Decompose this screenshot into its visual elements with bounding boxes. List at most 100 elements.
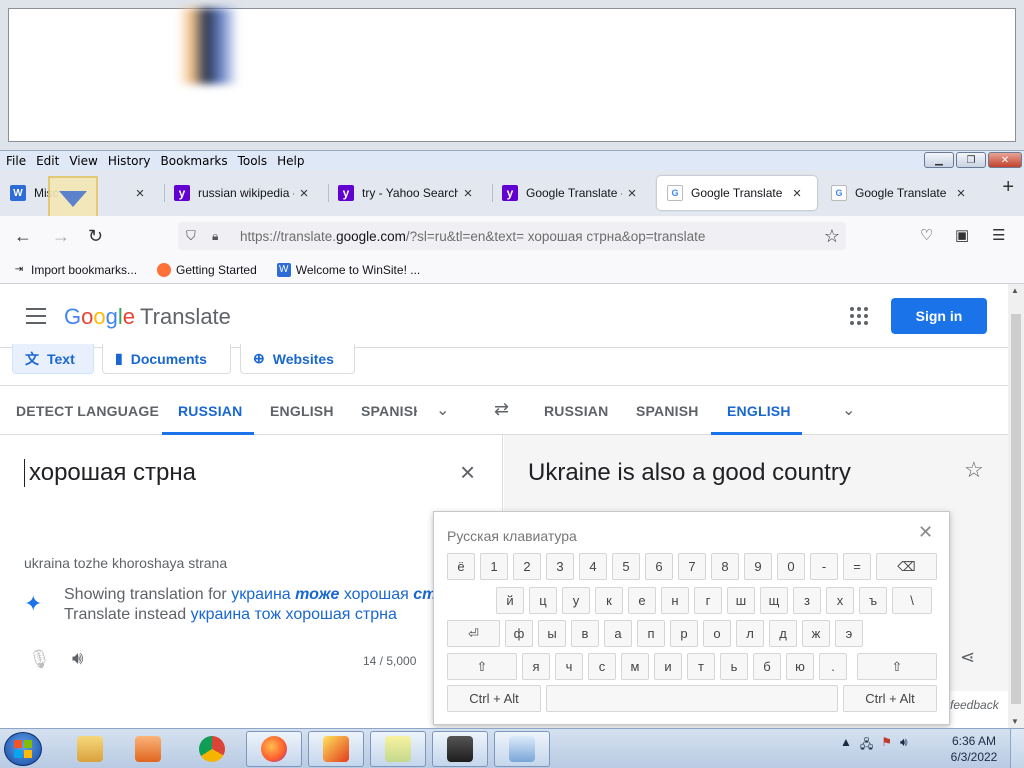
taskbar-app-car[interactable] xyxy=(432,731,488,767)
key-12-row1[interactable]: = xyxy=(843,553,871,580)
key-7-row4[interactable]: б xyxy=(753,653,781,680)
pocket-icon[interactable]: ♡ xyxy=(920,226,933,244)
tab-close-icon[interactable]: × xyxy=(458,185,478,202)
keyboard-close-icon[interactable]: ✕ xyxy=(918,522,933,543)
shift-right-key[interactable]: ⇧ xyxy=(857,653,937,680)
tab-yahoo-search[interactable]: y try - Yahoo Search R × xyxy=(328,176,488,210)
send-feedback-link[interactable]: feedback xyxy=(950,698,999,712)
key-5-row1[interactable]: 5 xyxy=(612,553,640,580)
volume-icon[interactable]: 🔊︎ xyxy=(900,735,908,756)
taskbar-app-lightning[interactable] xyxy=(308,731,364,767)
menu-hamburger-icon[interactable]: ☰ xyxy=(992,226,1005,244)
key-1-row3[interactable]: ы xyxy=(538,620,566,647)
scroll-up-icon[interactable]: ▲ xyxy=(1011,286,1019,295)
key-0-row3[interactable]: ф xyxy=(505,620,533,647)
sign-in-button[interactable]: Sign in xyxy=(891,298,987,334)
key-9-row4[interactable]: . xyxy=(819,653,847,680)
key-6-row3[interactable]: о xyxy=(703,620,731,647)
restore-button[interactable]: ❐ xyxy=(956,152,986,168)
menu-history[interactable]: History xyxy=(103,154,156,168)
page-scrollbar[interactable]: ▲ ▼ xyxy=(1008,284,1024,728)
key-3-row1[interactable]: 3 xyxy=(546,553,574,580)
key-2-row4[interactable]: с xyxy=(588,653,616,680)
bookmark-winsite[interactable]: W Welcome to WinSite! ... xyxy=(276,262,420,277)
key-4-row2[interactable]: е xyxy=(628,587,656,614)
space-key[interactable] xyxy=(546,685,838,712)
share-icon[interactable]: ⋖ xyxy=(960,647,975,668)
main-menu-icon[interactable] xyxy=(26,308,46,324)
backspace-key[interactable]: ⌫ xyxy=(876,553,937,580)
bookmark-star-icon[interactable]: ☆ xyxy=(824,226,840,247)
taskbar-search-app[interactable] xyxy=(494,731,550,767)
tab-close-icon[interactable]: × xyxy=(951,185,971,202)
target-lang-russian[interactable]: RUSSIAN xyxy=(544,403,608,419)
tab-google-translate[interactable]: G Google Translate × xyxy=(821,176,981,210)
source-lang-spanish[interactable]: SPANISH xyxy=(361,403,417,419)
menu-help[interactable]: Help xyxy=(272,154,309,168)
save-translation-star-icon[interactable]: ☆ xyxy=(964,457,984,483)
key-11-row1[interactable]: - xyxy=(810,553,838,580)
translate-instead-link[interactable]: украина тож хорошая стрна xyxy=(191,606,397,623)
minimize-button[interactable]: ▁ xyxy=(924,152,954,168)
mode-text-tab[interactable]: 文 Text xyxy=(12,344,94,374)
tab-russian-wikipedia[interactable]: y russian wikipedia - Y × xyxy=(164,176,324,210)
taskbar-firefox[interactable] xyxy=(246,731,302,767)
key-4-row3[interactable]: п xyxy=(637,620,665,647)
lock-icon[interactable]: 🔒︎ xyxy=(212,229,226,244)
key-5-row4[interactable]: т xyxy=(687,653,715,680)
menu-view[interactable]: View xyxy=(64,154,102,168)
network-icon[interactable]: 🖧︎ xyxy=(860,735,873,756)
tab-close-icon[interactable]: × xyxy=(294,185,314,202)
key-8-row2[interactable]: щ xyxy=(760,587,788,614)
show-hidden-icons-icon[interactable]: ▲ xyxy=(840,735,852,756)
key-2-row1[interactable]: 2 xyxy=(513,553,541,580)
reload-icon[interactable]: ↻ xyxy=(88,226,103,247)
system-clock[interactable]: 6:36 AM 6/3/2022 xyxy=(946,733,1002,765)
microphone-icon[interactable]: 🎙︎ xyxy=(28,649,51,670)
key-5-row3[interactable]: р xyxy=(670,620,698,647)
key-0-row2[interactable]: й xyxy=(496,587,524,614)
menu-file[interactable]: File xyxy=(0,154,31,168)
key-6-row1[interactable]: 6 xyxy=(645,553,673,580)
key-4-row4[interactable]: и xyxy=(654,653,682,680)
mode-websites-tab[interactable]: ⊕ Websites xyxy=(240,344,355,374)
new-tab-button[interactable]: + xyxy=(1002,176,1014,199)
tab-close-icon[interactable]: × xyxy=(787,185,807,202)
url-text[interactable]: https://translate.google.com/?sl=ru&tl=e… xyxy=(240,229,705,244)
key-4-row1[interactable]: 4 xyxy=(579,553,607,580)
key-9-row3[interactable]: ж xyxy=(802,620,830,647)
tab-google-translate-active[interactable]: G Google Translate × xyxy=(657,176,817,210)
tab-close-icon[interactable]: × xyxy=(130,185,150,202)
taskbar-explorer[interactable] xyxy=(62,731,118,767)
suggested-query-link[interactable]: украина тоже хорошая стр xyxy=(231,586,444,603)
close-window-button[interactable]: ✕ xyxy=(988,152,1022,168)
key-3-row4[interactable]: м xyxy=(621,653,649,680)
tab-close-icon[interactable]: × xyxy=(622,185,642,202)
taskbar-sticky-notes[interactable] xyxy=(370,731,426,767)
apps-grid-icon[interactable] xyxy=(850,307,868,325)
key-10-row2[interactable]: х xyxy=(826,587,854,614)
start-button[interactable] xyxy=(4,732,42,766)
taskbar-chrome[interactable] xyxy=(184,731,240,767)
target-lang-english[interactable]: ENGLISH xyxy=(727,403,791,419)
source-text-input[interactable]: хорошая стрна xyxy=(24,459,196,487)
back-icon[interactable]: ← xyxy=(14,226,32,247)
target-lang-spanish[interactable]: SPANISH xyxy=(636,403,699,419)
key-0-row1[interactable]: ё xyxy=(447,553,475,580)
key-8-row4[interactable]: ю xyxy=(786,653,814,680)
key-3-row3[interactable]: а xyxy=(604,620,632,647)
shield-icon[interactable]: ⛉ xyxy=(186,228,202,244)
key-3-row2[interactable]: к xyxy=(595,587,623,614)
source-lang-russian[interactable]: RUSSIAN xyxy=(178,403,242,419)
key-11-row2[interactable]: ъ xyxy=(859,587,887,614)
clear-source-icon[interactable]: × xyxy=(460,457,475,488)
key-1-row2[interactable]: ц xyxy=(529,587,557,614)
key-1-row1[interactable]: 1 xyxy=(480,553,508,580)
source-lang-english[interactable]: ENGLISH xyxy=(270,403,334,419)
key-5-row2[interactable]: н xyxy=(661,587,689,614)
key-8-row3[interactable]: д xyxy=(769,620,797,647)
swap-languages-icon[interactable]: ⇄ xyxy=(494,399,509,420)
key-6-row2[interactable]: г xyxy=(694,587,722,614)
enter-key[interactable]: ⏎ xyxy=(447,620,500,647)
key-9-row1[interactable]: 9 xyxy=(744,553,772,580)
